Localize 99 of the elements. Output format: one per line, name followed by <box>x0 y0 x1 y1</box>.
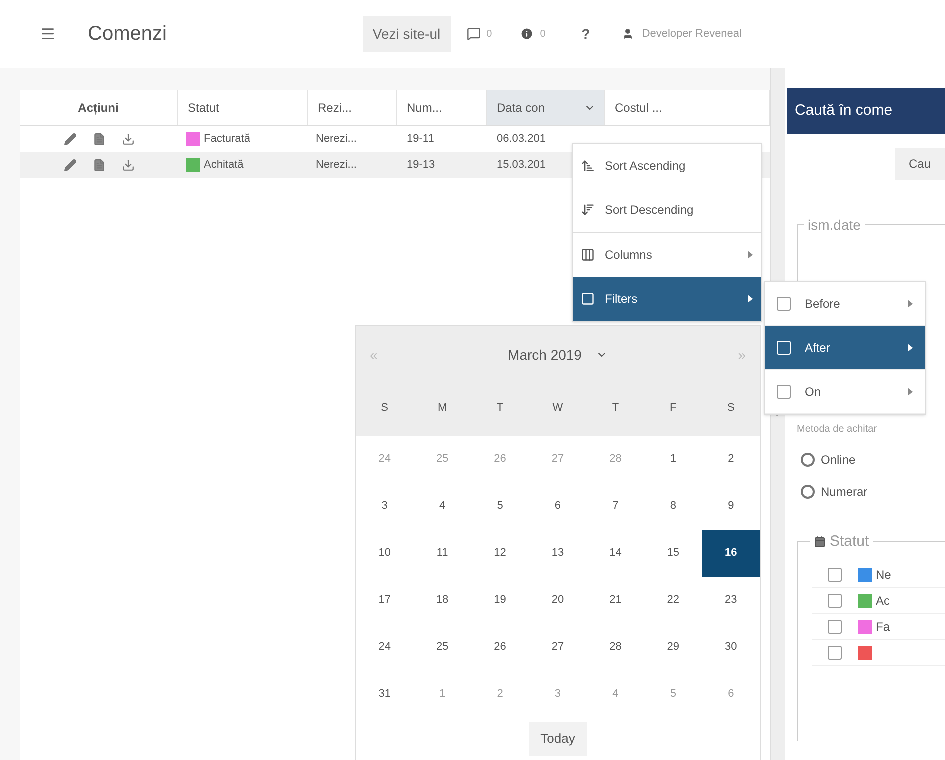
calendar-day[interactable]: 10 <box>356 530 414 577</box>
calendar-day[interactable]: 2 <box>702 436 760 483</box>
weekday-label: W <box>552 400 564 416</box>
calendar-day[interactable]: 7 <box>586 483 645 530</box>
download-icon[interactable] <box>122 158 134 172</box>
calendar-day[interactable]: 21 <box>586 577 645 624</box>
table-cell-text: 19-13 <box>406 158 436 173</box>
calendar-day[interactable]: 30 <box>702 624 760 671</box>
sort-ascending-icon <box>581 159 595 173</box>
menu-item[interactable]: On <box>765 370 925 414</box>
radio-label: Online <box>821 452 856 469</box>
document-icon[interactable] <box>92 158 106 172</box>
month-title[interactable]: March 2019 <box>508 344 582 366</box>
calendar-day[interactable]: 29 <box>644 624 702 671</box>
weekday-label: S <box>380 400 390 416</box>
submenu-arrow-icon <box>908 344 913 352</box>
calendar-day[interactable]: 19 <box>471 577 530 624</box>
weekday-label: S <box>726 400 736 416</box>
checkbox[interactable] <box>828 620 842 634</box>
table-cell-text: Achitată <box>204 158 244 173</box>
submenu-arrow-icon <box>748 251 753 259</box>
menu-item[interactable]: Columns <box>573 233 761 277</box>
info-icon[interactable] <box>520 27 534 41</box>
comments-count: 0 <box>486 28 492 42</box>
column-header[interactable]: Acțiuni <box>20 90 178 125</box>
menu-item[interactable]: Sort Descending <box>573 188 761 232</box>
today-button[interactable]: Today <box>528 722 588 756</box>
calendar-day[interactable]: 23 <box>702 577 760 624</box>
column-header[interactable]: Statut <box>178 90 308 125</box>
page-title: Comenzi <box>88 22 167 47</box>
submenu-arrow-icon <box>908 388 913 396</box>
weekday-label: F <box>669 400 678 416</box>
calendar-day[interactable]: 18 <box>414 577 472 624</box>
calendar-day[interactable]: 31 <box>356 671 414 718</box>
radio-label: Numerar <box>821 484 868 501</box>
help-link[interactable]: ? <box>582 24 590 44</box>
column-header[interactable]: Rezi... <box>308 90 397 125</box>
user-icon <box>622 28 634 40</box>
calendar-day[interactable]: 5 <box>471 483 530 530</box>
calendar-day[interactable]: 13 <box>529 530 587 577</box>
weekday-label: M <box>436 400 448 416</box>
calendar-day[interactable]: 22 <box>644 577 702 624</box>
table-cell-text: 19-11 <box>406 132 436 147</box>
sort-descending-icon <box>581 203 595 217</box>
legend-icon <box>814 536 826 548</box>
panel-title: Caută în come <box>787 88 945 134</box>
radio-button[interactable] <box>801 453 815 467</box>
calendar-day[interactable]: 4 <box>414 483 472 530</box>
calendar-day[interactable]: 16 <box>702 530 760 577</box>
alerts-count: 0 <box>540 28 546 42</box>
calendar-day[interactable]: 25 <box>414 624 472 671</box>
menu-item[interactable]: After <box>765 326 925 370</box>
columns-icon <box>581 248 595 262</box>
status-label: Fa <box>876 618 890 636</box>
menu-item[interactable]: Filters <box>573 277 761 321</box>
document-icon[interactable] <box>92 132 106 146</box>
checkbox[interactable] <box>828 646 842 660</box>
table-cell-text: Nerezi... <box>315 132 358 147</box>
calendar-day[interactable]: 26 <box>471 624 530 671</box>
checkbox[interactable] <box>777 384 791 398</box>
calendar-day[interactable]: 20 <box>529 577 587 624</box>
status-label: Ne <box>876 566 892 584</box>
checkbox[interactable] <box>828 594 842 608</box>
calendar-day[interactable]: 28 <box>586 624 645 671</box>
calendar-day[interactable]: 17 <box>356 577 414 624</box>
comments-icon[interactable] <box>466 27 481 41</box>
calendar-day[interactable]: 1 <box>644 436 702 483</box>
status-label: Ac <box>876 592 890 610</box>
calendar-day[interactable]: 6 <box>529 483 587 530</box>
calendar-day[interactable]: 24 <box>356 624 414 671</box>
calendar-day[interactable]: 11 <box>414 530 472 577</box>
table-cell-text: 06.03.201 <box>496 132 547 147</box>
view-site-button[interactable]: Vezi site-ul <box>362 16 451 52</box>
edit-icon[interactable] <box>64 132 76 146</box>
checkbox[interactable] <box>828 568 842 582</box>
calendar-day[interactable]: 3 <box>356 483 414 530</box>
table-cell-text: Facturată <box>204 132 250 147</box>
calendar-day[interactable]: 12 <box>471 530 530 577</box>
fieldset-legend: Statut <box>830 531 870 554</box>
download-icon[interactable] <box>122 132 134 146</box>
table-cell-text: 15.03.201 <box>496 158 547 173</box>
table-cell-text: Nerezi... <box>315 158 358 173</box>
weekday-label: T <box>611 400 620 416</box>
search-button[interactable]: Cau <box>894 148 945 180</box>
weekday-label: T <box>496 400 505 416</box>
calendar-day[interactable]: 9 <box>702 483 760 530</box>
checkbox[interactable] <box>777 296 791 310</box>
calendar-day[interactable]: 14 <box>586 530 645 577</box>
calendar-day[interactable]: 27 <box>529 624 587 671</box>
calendar-day[interactable]: 8 <box>644 483 702 530</box>
edit-icon[interactable] <box>64 158 76 172</box>
submenu-arrow-icon <box>908 300 913 308</box>
field-label: Metoda de achitar <box>797 423 878 437</box>
checkbox-icon <box>581 292 595 306</box>
column-header[interactable]: Data con <box>487 90 605 125</box>
radio-button[interactable] <box>801 485 815 499</box>
submenu-arrow-icon <box>748 295 753 303</box>
calendar-day[interactable]: 15 <box>644 530 702 577</box>
menu-icon[interactable] <box>40 26 56 42</box>
